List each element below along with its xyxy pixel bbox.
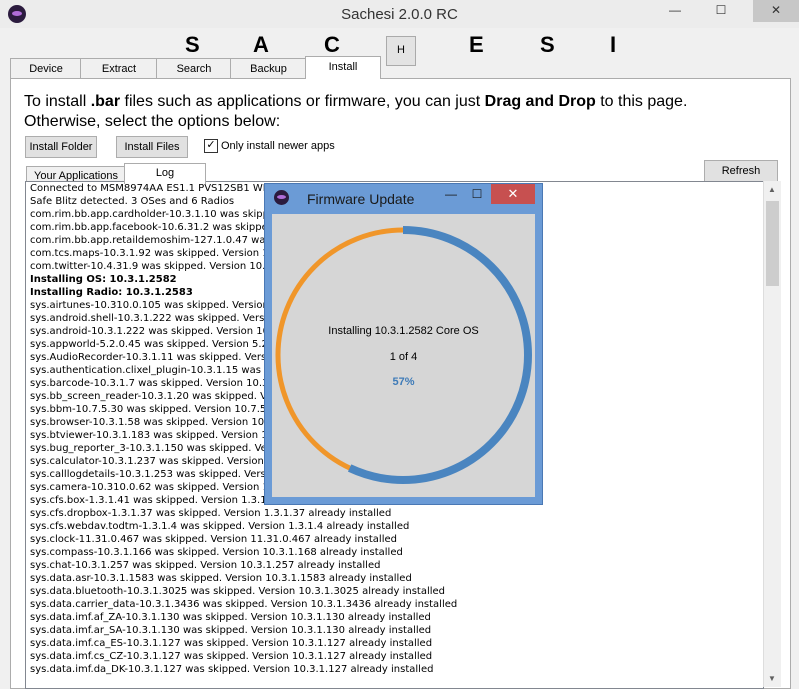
intro-text: to this page. [595, 93, 688, 110]
dialog-status: Installing 10.3.1.2582 Core OS [328, 325, 479, 337]
tab-backup[interactable]: Backup [230, 58, 307, 78]
scroll-thumb[interactable] [766, 201, 779, 286]
banner-letter: S [540, 32, 556, 57]
install-files-button[interactable]: Install Files [116, 136, 188, 158]
log-line: sys.cfs.dropbox-1.3.1.37 was skipped. Ve… [30, 508, 392, 519]
log-line: sys.data.imf.cs_CZ-10.3.1.127 was skippe… [30, 651, 433, 662]
log-line: sys.data.imf.ar_SA-10.3.1.130 was skippe… [30, 625, 432, 636]
tab-log[interactable]: Log [124, 163, 206, 184]
log-line: sys.chat-10.3.1.257 was skipped. Version… [30, 560, 381, 571]
dialog-title: Firmware Update [307, 191, 415, 207]
refresh-button[interactable]: Refresh [704, 160, 778, 182]
only-newer-label: Only install newer apps [221, 140, 335, 152]
log-line: sys.cfs.webdav.todtm-1.3.1.4 was skipped… [30, 521, 410, 532]
banner-letter: E [469, 32, 485, 57]
tab-extract[interactable]: Extract [80, 58, 158, 78]
intro-drag-drop-text: Drag and Drop [484, 93, 596, 110]
dialog-body: Installing 10.3.1.2582 Core OS 1 of 4 57… [272, 214, 535, 497]
dialog-minimize-button[interactable]: — [438, 184, 464, 204]
close-button[interactable]: ✕ [753, 0, 799, 22]
log-line: sys.data.imf.af_ZA-10.3.1.130 was skippe… [30, 612, 431, 623]
firmware-update-dialog: Firmware Update — ☐ ✕ Installing 10.3.1.… [264, 183, 543, 505]
dialog-percent: 57% [392, 376, 415, 388]
install-folder-button[interactable]: Install Folder [25, 136, 97, 158]
tab-device[interactable]: Device [10, 58, 82, 78]
install-instructions: To install .bar files such as applicatio… [24, 92, 764, 132]
minimize-button[interactable]: — [660, 0, 690, 22]
log-line: sys.data.asr-10.3.1.1583 was skipped. Ve… [30, 573, 412, 584]
log-line: sys.data.imf.ca_ES-10.3.1.127 was skippe… [30, 638, 433, 649]
intro-text: files such as applications or firmware, … [120, 93, 485, 110]
log-line: sys.clock-11.31.0.467 was skipped. Versi… [30, 534, 397, 545]
log-line: sys.data.carrier_data-10.3.1.3436 was sk… [30, 599, 458, 610]
app-logo-icon [274, 190, 289, 205]
log-line: sys.data.imf.da_DK-10.3.1.127 was skippe… [30, 664, 434, 675]
dialog-maximize-button[interactable]: ☐ [464, 184, 490, 204]
dialog-close-button[interactable]: ✕ [491, 184, 535, 204]
intro-text: Otherwise, select the options below: [24, 113, 281, 130]
intro-text: To install [24, 93, 91, 110]
dialog-step: 1 of 4 [389, 351, 418, 363]
log-scrollbar[interactable]: ▲ ▼ [763, 181, 781, 687]
banner-letter: I [610, 32, 618, 57]
log-line: sys.data.bluetooth-10.3.1.3025 was skipp… [30, 586, 446, 597]
tab-install[interactable]: Install [305, 56, 381, 79]
banner-letter: C [324, 32, 341, 57]
h-button[interactable]: H [386, 36, 416, 66]
banner-letter: S [185, 32, 201, 57]
title-bar: Sachesi 2.0.0 RC — ☐ ✕ [0, 0, 799, 28]
scroll-down-icon[interactable]: ▼ [768, 674, 776, 683]
banner-letter: A [253, 32, 270, 57]
tab-search[interactable]: Search [156, 58, 232, 78]
log-line: sys.compass-10.3.1.166 was skipped. Vers… [30, 547, 403, 558]
scroll-up-icon[interactable]: ▲ [768, 185, 776, 194]
only-newer-checkbox[interactable]: ✓ [204, 139, 218, 153]
maximize-button[interactable]: ☐ [706, 0, 736, 22]
intro-bar-text: .bar [90, 93, 121, 110]
